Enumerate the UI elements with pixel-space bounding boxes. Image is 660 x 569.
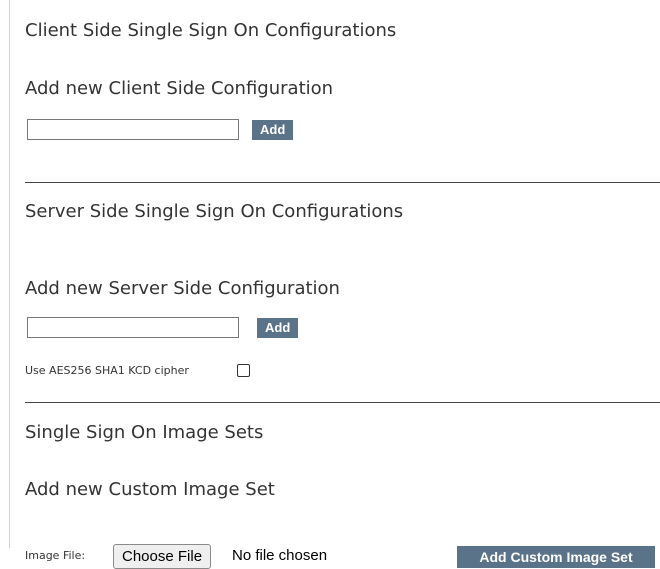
client-add-subheading: Add new Client Side Configuration <box>25 78 334 99</box>
client-section-heading: Client Side Single Sign On Configuration… <box>25 20 397 41</box>
server-section-heading: Server Side Single Sign On Configuration… <box>25 201 404 222</box>
client-config-input[interactable] <box>27 119 239 140</box>
left-border <box>9 0 10 548</box>
cipher-label: Use AES256 SHA1 KCD cipher <box>25 364 189 377</box>
image-file-label: Image File: <box>25 549 86 562</box>
image-sets-heading: Single Sign On Image Sets <box>25 422 264 443</box>
section-divider <box>25 182 660 183</box>
section-divider <box>25 402 660 403</box>
server-add-subheading: Add new Server Side Configuration <box>25 278 340 299</box>
server-config-input[interactable] <box>27 317 239 338</box>
image-set-add-subheading: Add new Custom Image Set <box>25 479 275 500</box>
client-add-button[interactable]: Add <box>252 120 294 140</box>
cipher-checkbox[interactable] <box>237 364 250 377</box>
add-custom-image-set-button[interactable]: Add Custom Image Set <box>457 546 655 568</box>
server-add-button[interactable]: Add <box>257 318 299 338</box>
no-file-text: No file chosen <box>232 547 328 564</box>
